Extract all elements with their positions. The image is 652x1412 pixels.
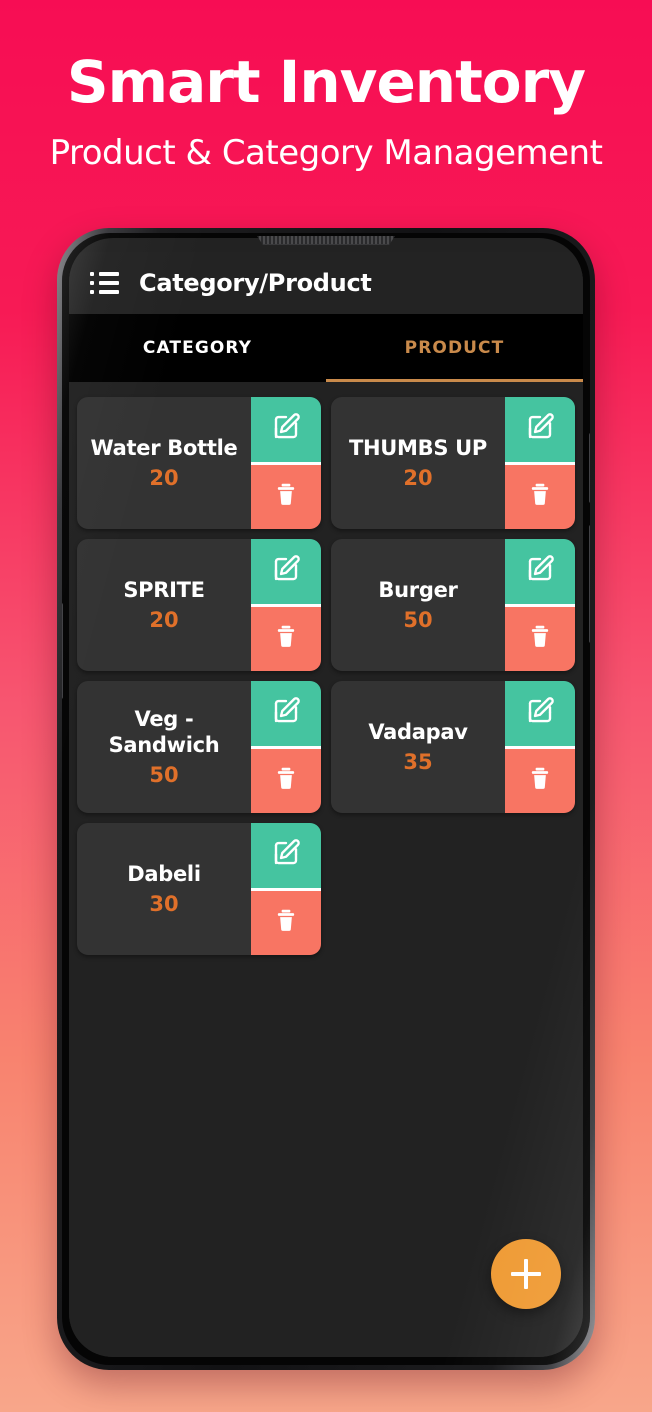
trash-icon (273, 480, 299, 513)
product-name: Vadapav (368, 720, 468, 745)
product-name: SPRITE (123, 578, 205, 603)
product-name: Dabeli (127, 862, 201, 887)
promo-subtitle: Product & Category Management (49, 132, 603, 173)
tab-category[interactable]: CATEGORY (69, 314, 326, 382)
add-product-fab[interactable] (491, 1239, 561, 1309)
list-icon[interactable] (90, 272, 120, 294)
product-card-body: Burger 50 (331, 539, 505, 671)
product-quantity: 20 (403, 465, 433, 490)
trash-icon (273, 622, 299, 655)
product-list-content: Water Bottle 20 THUMBS UP 20 SPRITE 20 Burger 5… (69, 382, 583, 1357)
product-quantity: 50 (403, 607, 433, 632)
product-card[interactable]: Vadapav 35 (331, 681, 575, 813)
delete-product-button[interactable] (251, 748, 321, 813)
product-card-body: THUMBS UP 20 (331, 397, 505, 529)
promo-title: Smart Inventory (66, 48, 586, 116)
product-card-actions (251, 397, 321, 529)
phone-left-button (62, 603, 63, 699)
edit-square-pencil-icon (525, 696, 555, 731)
page-title: Category/Product (139, 269, 372, 297)
product-card-actions (505, 681, 575, 813)
delete-product-button[interactable] (505, 464, 575, 529)
tab-product[interactable]: PRODUCT (326, 314, 583, 382)
product-card-body: Water Bottle 20 (77, 397, 251, 529)
product-card[interactable]: THUMBS UP 20 (331, 397, 575, 529)
product-card-actions (251, 823, 321, 955)
phone-mockup: Category/Product CATEGORY PRODUCT Water … (57, 228, 595, 1370)
promo-header: Smart Inventory Product & Category Manag… (0, 0, 652, 173)
delete-product-button[interactable] (251, 464, 321, 529)
product-name: THUMBS UP (348, 436, 488, 461)
product-quantity: 35 (403, 749, 433, 774)
edit-product-button[interactable] (251, 823, 321, 891)
delete-product-button[interactable] (505, 748, 575, 813)
phone-volume-button (589, 433, 590, 503)
edit-product-button[interactable] (251, 539, 321, 607)
product-quantity: 20 (149, 465, 179, 490)
product-quantity: 30 (149, 891, 179, 916)
edit-product-button[interactable] (251, 397, 321, 465)
app-screen: Category/Product CATEGORY PRODUCT Water … (69, 238, 583, 1357)
product-card-actions (251, 539, 321, 671)
product-card[interactable]: Veg - Sandwich 50 (77, 681, 321, 813)
delete-product-button[interactable] (251, 606, 321, 671)
edit-square-pencil-icon (271, 412, 301, 447)
product-quantity: 50 (149, 762, 179, 787)
product-card-body: Veg - Sandwich 50 (77, 681, 251, 813)
trash-icon (273, 764, 299, 797)
trash-icon (273, 906, 299, 939)
tab-bar: CATEGORY PRODUCT (69, 314, 583, 382)
edit-square-pencil-icon (525, 554, 555, 589)
edit-product-button[interactable] (505, 681, 575, 749)
app-bar: Category/Product (69, 252, 583, 314)
product-card-actions (251, 681, 321, 813)
trash-icon (527, 764, 553, 797)
product-card-body: SPRITE 20 (77, 539, 251, 671)
product-card-actions (505, 539, 575, 671)
delete-product-button[interactable] (251, 890, 321, 955)
product-card-actions (505, 397, 575, 529)
product-card[interactable]: Dabeli 30 (77, 823, 321, 955)
edit-product-button[interactable] (505, 397, 575, 465)
phone-bezel: Category/Product CATEGORY PRODUCT Water … (62, 233, 590, 1365)
product-card[interactable]: SPRITE 20 (77, 539, 321, 671)
product-card[interactable]: Burger 50 (331, 539, 575, 671)
product-card[interactable]: Water Bottle 20 (77, 397, 321, 529)
edit-square-pencil-icon (271, 554, 301, 589)
edit-product-button[interactable] (251, 681, 321, 749)
product-grid: Water Bottle 20 THUMBS UP 20 SPRITE 20 Burger 5… (69, 382, 583, 955)
product-card-body: Dabeli 30 (77, 823, 251, 955)
delete-product-button[interactable] (505, 606, 575, 671)
edit-square-pencil-icon (271, 696, 301, 731)
product-name: Water Bottle (90, 436, 238, 461)
trash-icon (527, 480, 553, 513)
edit-square-pencil-icon (271, 838, 301, 873)
product-quantity: 20 (149, 607, 179, 632)
phone-speaker-grille (257, 236, 395, 245)
trash-icon (527, 622, 553, 655)
edit-square-pencil-icon (525, 412, 555, 447)
phone-power-button (589, 525, 590, 643)
edit-product-button[interactable] (505, 539, 575, 607)
product-name: Burger (378, 578, 458, 603)
product-name: Veg - Sandwich (108, 707, 220, 757)
product-card-body: Vadapav 35 (331, 681, 505, 813)
